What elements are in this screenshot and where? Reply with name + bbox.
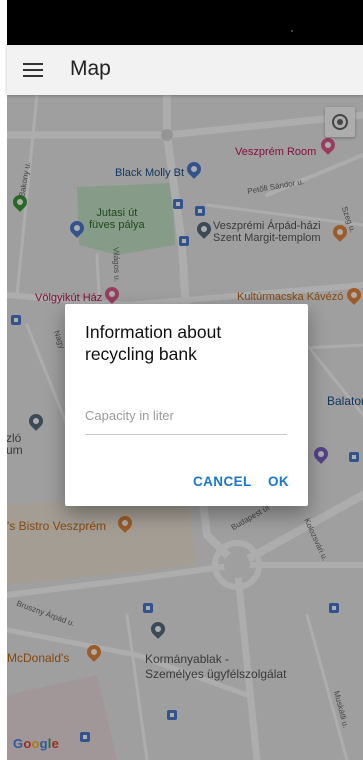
- hamburger-menu-icon[interactable]: [23, 60, 43, 80]
- capacity-input[interactable]: [85, 400, 287, 430]
- status-bar: [7, 0, 363, 45]
- cancel-button[interactable]: CANCEL: [193, 474, 252, 489]
- ok-button[interactable]: OK: [268, 474, 289, 489]
- capacity-field-container: [85, 400, 287, 435]
- dialog-title: Information about recycling bank: [85, 322, 222, 364]
- status-indicator: [291, 30, 293, 32]
- page-title: Map: [70, 57, 111, 80]
- app-bar: Map: [7, 45, 363, 95]
- screen-edge: [0, 0, 7, 760]
- recycling-bank-dialog: Information about recycling bank CANCEL …: [65, 304, 308, 506]
